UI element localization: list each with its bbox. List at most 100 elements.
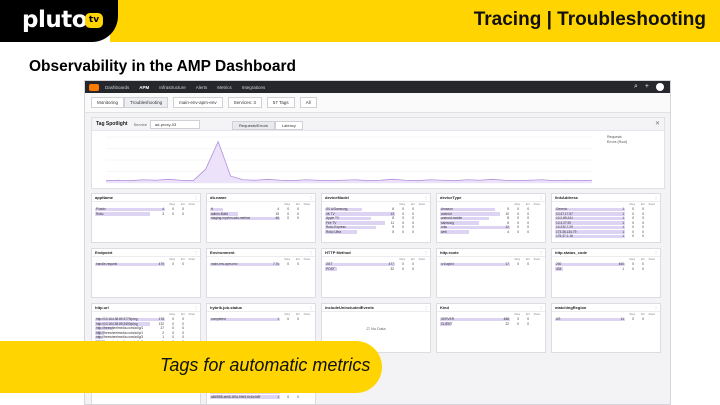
table-row[interactable]: 404 1 0 0 xyxy=(552,267,660,272)
row-value: 0 xyxy=(297,216,299,221)
close-icon[interactable]: ✕ xyxy=(655,120,660,127)
row-value: 1 xyxy=(622,234,624,239)
series-line-requests xyxy=(105,140,593,182)
no-data-label: ∅ No Data xyxy=(366,326,386,331)
card-menu-icon[interactable]: ⋮ xyxy=(309,195,315,200)
row-value: 0 xyxy=(182,211,184,216)
card-menu-icon[interactable]: ⋮ xyxy=(654,250,660,255)
tag-card[interactable]: Endpoint ⋮ Req Err Root handle-request 479 0 0 xyxy=(91,248,201,298)
card-header: http.route ⋮ xyxy=(437,249,545,257)
row-label: Roku Ultra xyxy=(326,229,342,234)
tags-select[interactable]: 57 Tags xyxy=(266,97,295,108)
series-area-requests xyxy=(106,141,592,183)
card-menu-icon[interactable]: ⋮ xyxy=(539,305,545,310)
row-value: 0 xyxy=(517,229,519,234)
row-value: 0 xyxy=(517,321,519,326)
card-menu-icon[interactable]: ⋮ xyxy=(539,250,545,255)
table-row[interactable]: POST 32 0 0 xyxy=(322,267,430,272)
table-row[interactable]: CLIENT 22 0 0 xyxy=(437,322,545,327)
card-title: http.url xyxy=(95,305,109,310)
card-title: linkAddress xyxy=(555,195,578,200)
nav-integrations[interactable]: Integrations xyxy=(242,85,266,90)
card-menu-icon[interactable]: ⋮ xyxy=(424,195,430,200)
table-row[interactable]: 175.37.1.16 1 0 0 xyxy=(552,234,660,239)
card-menu-icon[interactable]: ⋮ xyxy=(194,305,200,310)
row-value: 0 xyxy=(287,262,289,267)
card-menu-icon[interactable]: ⋮ xyxy=(194,195,200,200)
service-select[interactable]: ad-proxy-03 xyxy=(149,119,200,129)
row-value: 0 xyxy=(297,262,299,267)
row-value: 11 xyxy=(620,317,624,322)
nav-alerts[interactable]: Alerts xyxy=(196,85,208,90)
table-row[interactable]: staging-myshm-ads-metrics 46 0 0 xyxy=(207,216,315,221)
services-select[interactable]: Services: 3 xyxy=(227,97,262,108)
table-row[interactable]: Roku 3 0 0 xyxy=(92,212,200,217)
row-value: 32 xyxy=(390,266,394,271)
row-value: 0 xyxy=(632,234,634,239)
row-value: 0 xyxy=(172,211,174,216)
tag-card[interactable]: deviceModel ⋮ Req Err Root SS A/Samsung 6 0 0 4K … xyxy=(321,193,431,243)
tag-card[interactable]: Kind ⋮ Req Err Root SERVER 488 0 0 CLIENT 22 0 0 xyxy=(436,303,546,353)
tab-monitoring[interactable]: Monitoring xyxy=(91,97,125,108)
card-menu-icon[interactable]: ⋮ xyxy=(424,305,430,310)
row-value: 5 xyxy=(392,229,394,234)
row-label: completed xyxy=(211,317,226,322)
pluto-logo: pluto tv xyxy=(0,0,118,42)
table-row[interactable]: US 11 0 0 xyxy=(552,317,660,322)
card-header: Kind ⋮ xyxy=(437,304,545,312)
row-label: handle-request xyxy=(96,262,118,267)
table-row[interactable]: handle-request 479 0 0 xyxy=(92,262,200,267)
row-value: 0 xyxy=(642,234,644,239)
card-menu-icon[interactable]: ⋮ xyxy=(194,250,200,255)
table-row[interactable]: /v1/api/ct 17 0 0 xyxy=(437,262,545,267)
tag-card[interactable]: appName ⋮ Req Err Root Plutotv 4 0 0 Roku 3 0 0 xyxy=(91,193,201,243)
card-header: matchingRegion ⋮ xyxy=(552,304,660,312)
table-row[interactable]: completed 1 0 0 xyxy=(207,317,315,322)
tag-spotlight-title: Tag Spotlight xyxy=(96,121,128,127)
card-title: Environment xyxy=(210,250,235,255)
toggle-latency[interactable]: Latency xyxy=(274,121,303,130)
tag-card[interactable]: db.name ⋮ Req Err Root ft 4 0 0 admin-Build 15 0 0st… xyxy=(206,193,316,243)
tag-card[interactable]: deviceType ⋮ Req Err Root Amazon 9 0 0 android 10 0… xyxy=(436,193,546,243)
table-row[interactable]: Roku Ultra 5 0 0 xyxy=(322,230,430,235)
tag-card[interactable]: matchingRegion ⋮ Req Err Root US 11 0 0 xyxy=(551,303,661,353)
tag-card[interactable]: http.route ⋮ Req Err Root/v1/api/ct 17 0 0 xyxy=(436,248,546,298)
nav-apm[interactable]: APM xyxy=(139,85,149,90)
row-value: 0 xyxy=(527,262,529,267)
slide-subtitle: Observability in the AMP Dashboard xyxy=(29,58,297,75)
card-menu-icon[interactable]: ⋮ xyxy=(424,250,430,255)
card-menu-icon[interactable]: ⋮ xyxy=(654,195,660,200)
nav-dashboards[interactable]: Dashboards xyxy=(105,85,129,90)
add-icon[interactable]: + xyxy=(645,83,649,91)
tag-card[interactable]: Environment ⋮ Req Err Root main-env-apm-env 7.… xyxy=(206,248,316,298)
card-title: Kind xyxy=(440,305,449,310)
environment-select[interactable]: main-env-apm-env xyxy=(173,97,223,108)
row-label: /v1/api/ct xyxy=(441,262,454,267)
avatar[interactable] xyxy=(656,83,664,91)
table-row[interactable]: web 4 0 0 xyxy=(437,230,545,235)
row-value: 0 xyxy=(527,321,529,326)
search-icon[interactable]: ⌕ xyxy=(634,83,638,91)
tag-card[interactable]: HTTP Method ⋮ Req Err Root GET 477 0 0 POST 32 0 0 xyxy=(321,248,431,298)
row-value: 0 xyxy=(527,229,529,234)
filter-all-select[interactable]: All xyxy=(299,97,317,108)
table-row[interactable]: a8d5f88-ab66-4f0a-b9e5-6c4a4d5f 1 0 0 xyxy=(207,395,315,400)
card-menu-icon[interactable]: ⋮ xyxy=(654,305,660,310)
row-value: 0 xyxy=(412,266,414,271)
card-menu-icon[interactable]: ⋮ xyxy=(309,250,315,255)
nav-infrastructure[interactable]: Infrastructure xyxy=(159,85,186,90)
nav-metrics[interactable]: Metrics xyxy=(217,85,232,90)
card-menu-icon[interactable]: ⋮ xyxy=(539,195,545,200)
legend-requests: Requests xyxy=(607,135,622,139)
toggle-requests-errors[interactable]: Requests/Errors xyxy=(232,121,275,130)
tag-spotlight-header: Tag Spotlight Service ad-proxy-03 Reques… xyxy=(92,118,664,131)
row-value: 0 xyxy=(172,262,174,267)
row-label: 404 xyxy=(556,266,562,271)
tab-troubleshooting[interactable]: Troubleshooting xyxy=(124,97,169,108)
tag-card[interactable]: linkAddress ⋮ Req Err Root Generic 1 0 0 10.47.17… xyxy=(551,193,661,243)
card-menu-icon[interactable]: ⋮ xyxy=(309,305,315,310)
logo-wordmark: pluto xyxy=(22,7,88,33)
tag-card[interactable]: http.status_code ⋮ Req Err Root 200 460 0 0 404 1 0… xyxy=(551,248,661,298)
table-row[interactable]: main-env-apm-env 7.7k 0 0 xyxy=(207,262,315,267)
row-value: 3 xyxy=(162,211,164,216)
